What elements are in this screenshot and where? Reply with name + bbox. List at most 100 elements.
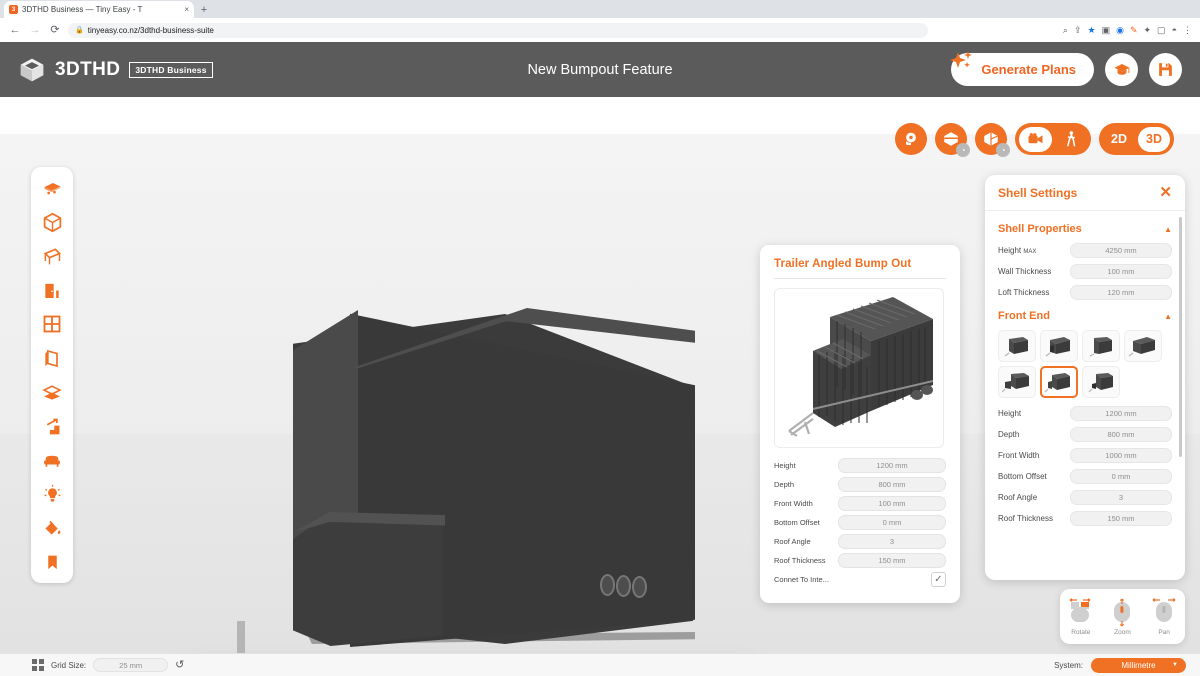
panel-field-value[interactable]: 100 mm: [1070, 264, 1172, 279]
front-end-header[interactable]: Front End ▲: [998, 310, 1172, 322]
system-select[interactable]: Millimetre ▼: [1091, 657, 1186, 673]
furniture-tool[interactable]: [35, 444, 69, 476]
shell-settings-panel[interactable]: Shell Settings ✕ Shell Properties ▲ Heig…: [985, 175, 1185, 580]
card-field-row[interactable]: Height 1200 mm: [774, 458, 946, 473]
pencil-icon[interactable]: ✎: [1130, 25, 1138, 35]
card-field-value[interactable]: 0 mm: [838, 515, 946, 530]
share-icon[interactable]: ⇪: [1074, 25, 1082, 35]
camera-mode-button[interactable]: [1019, 126, 1052, 152]
panel-field-row[interactable]: Roof Thickness 150 mm: [998, 511, 1172, 526]
explode-view-button[interactable]: ◔: [975, 123, 1010, 157]
card-title: Trailer Angled Bump Out: [774, 258, 912, 270]
front-end-style-3[interactable]: [1082, 330, 1120, 362]
chevron-up-icon[interactable]: ▲: [1164, 225, 1172, 234]
sidepanel-icon[interactable]: ▢: [1157, 25, 1166, 35]
walk-mode-button[interactable]: [1055, 127, 1087, 152]
extensions-icon[interactable]: ✦: [1144, 25, 1152, 35]
roof-tool[interactable]: [35, 240, 69, 272]
save-button[interactable]: [1149, 53, 1182, 86]
panel-field-row[interactable]: Height 1200 mm: [998, 406, 1172, 421]
floor-tool[interactable]: [35, 376, 69, 408]
globe-icon[interactable]: ◉: [1116, 25, 1124, 35]
front-end-style-4[interactable]: [1124, 330, 1162, 362]
card-field-row[interactable]: Depth 800 mm: [774, 477, 946, 492]
new-tab-button[interactable]: +: [194, 1, 214, 18]
grid-size-input[interactable]: 25 mm: [93, 658, 169, 672]
generate-plans-button[interactable]: Generate Plans: [950, 51, 1094, 86]
measure-button[interactable]: [895, 123, 927, 155]
panel-field-value[interactable]: 150 mm: [1070, 511, 1172, 526]
panel-field-value[interactable]: 4250 mm: [1070, 243, 1172, 258]
close-icon[interactable]: ✕: [1159, 185, 1172, 200]
card-field-value[interactable]: 150 mm: [838, 553, 946, 568]
door-tool[interactable]: [35, 274, 69, 306]
reset-icon[interactable]: ↺: [175, 659, 184, 671]
panel-field-value[interactable]: 1200 mm: [1070, 406, 1172, 421]
shell-tool[interactable]: [35, 206, 69, 238]
front-end-thumb-icon: [1004, 337, 1028, 357]
front-end-style-5[interactable]: [998, 366, 1036, 398]
screenshot-icon[interactable]: ▣: [1102, 25, 1111, 35]
panel-scrollbar[interactable]: [1179, 217, 1182, 457]
zoom-icon[interactable]: ⌕: [1063, 25, 1068, 35]
wall-tool[interactable]: [35, 342, 69, 374]
back-button[interactable]: ←: [8, 24, 22, 36]
bookmark-tool[interactable]: [35, 546, 69, 578]
card-field-value[interactable]: 1200 mm: [838, 458, 946, 473]
lighting-tool[interactable]: [35, 478, 69, 510]
reload-button[interactable]: ⟳: [48, 24, 62, 36]
brand[interactable]: 3DTHD 3DTHD Business: [18, 56, 213, 84]
shell-properties-header[interactable]: Shell Properties ▲: [998, 223, 1172, 235]
view-2d-button[interactable]: 2D: [1103, 127, 1135, 152]
front-end-thumb-icon: [1002, 373, 1029, 393]
bookmark-star-icon[interactable]: ★: [1088, 25, 1096, 35]
camera-walk-toggle[interactable]: [1015, 123, 1091, 155]
card-field-value[interactable]: 800 mm: [838, 477, 946, 492]
bumpout-info-card[interactable]: Trailer Angled Bump Out Height 1200 mm D…: [760, 245, 960, 603]
address-bar[interactable]: 🔒 tinyeasy.co.nz/3dthd-business-suite: [68, 22, 928, 38]
tab-close-icon[interactable]: ×: [184, 5, 189, 14]
card-field-value[interactable]: 100 mm: [838, 496, 946, 511]
panel-field-row[interactable]: Bottom Offset 0 mm: [998, 469, 1172, 484]
card-field-row[interactable]: Roof Thickness 150 mm: [774, 553, 946, 568]
bumpout-body[interactable]: [293, 516, 443, 646]
panel-field-value[interactable]: 1000 mm: [1070, 448, 1172, 463]
panel-field-value[interactable]: 3: [1070, 490, 1172, 505]
layers-icon: [42, 384, 62, 400]
panel-field-value[interactable]: 0 mm: [1070, 469, 1172, 484]
panel-field-row[interactable]: Front Width 1000 mm: [998, 448, 1172, 463]
profile-icon[interactable]: ◓: [1172, 25, 1177, 35]
front-end-style-1[interactable]: [998, 330, 1036, 362]
front-end-style-grid: [998, 330, 1172, 398]
trailer-wheel: [616, 575, 631, 597]
card-field-value[interactable]: 3: [838, 534, 946, 549]
front-end-style-7[interactable]: [1082, 366, 1120, 398]
front-end-style-2[interactable]: [1040, 330, 1078, 362]
panel-field-row[interactable]: Roof Angle 3: [998, 490, 1172, 505]
card-field-row[interactable]: Bottom Offset 0 mm: [774, 515, 946, 530]
view-3d-button[interactable]: 3D: [1138, 126, 1170, 152]
paint-tool[interactable]: [35, 512, 69, 544]
menu-icon[interactable]: ⋮: [1183, 25, 1192, 35]
panel-field-row[interactable]: Loft Thickness 120 mm: [998, 285, 1172, 300]
connect-to-interior-row[interactable]: Connet To Inte... ✓: [774, 572, 946, 587]
window-tool[interactable]: [35, 308, 69, 340]
card-field-row[interactable]: Roof Angle 3: [774, 534, 946, 549]
forward-button[interactable]: →: [28, 24, 42, 36]
front-end-style-6[interactable]: [1040, 366, 1078, 398]
panel-field-value[interactable]: 120 mm: [1070, 285, 1172, 300]
card-field-row[interactable]: Front Width 100 mm: [774, 496, 946, 511]
dimension-toggle[interactable]: 2D 3D: [1099, 123, 1174, 155]
panel-field-value[interactable]: 800 mm: [1070, 427, 1172, 442]
bottom-status-bar: Grid Size: 25 mm ↺ System: Millimetre ▼: [0, 653, 1200, 676]
section-view-button[interactable]: ◔: [935, 123, 970, 157]
trailer-base-tool[interactable]: [35, 172, 69, 204]
panel-field-row[interactable]: Height MAX 4250 mm: [998, 243, 1172, 258]
connect-to-interior-checkbox[interactable]: ✓: [931, 572, 946, 587]
learn-button[interactable]: [1105, 53, 1138, 86]
stairs-tool[interactable]: [35, 410, 69, 442]
panel-field-row[interactable]: Depth 800 mm: [998, 427, 1172, 442]
panel-field-row[interactable]: Wall Thickness 100 mm: [998, 264, 1172, 279]
chevron-up-icon[interactable]: ▲: [1164, 312, 1172, 321]
browser-tab[interactable]: 3 3DTHD Business — Tiny Easy - T ×: [4, 1, 194, 18]
